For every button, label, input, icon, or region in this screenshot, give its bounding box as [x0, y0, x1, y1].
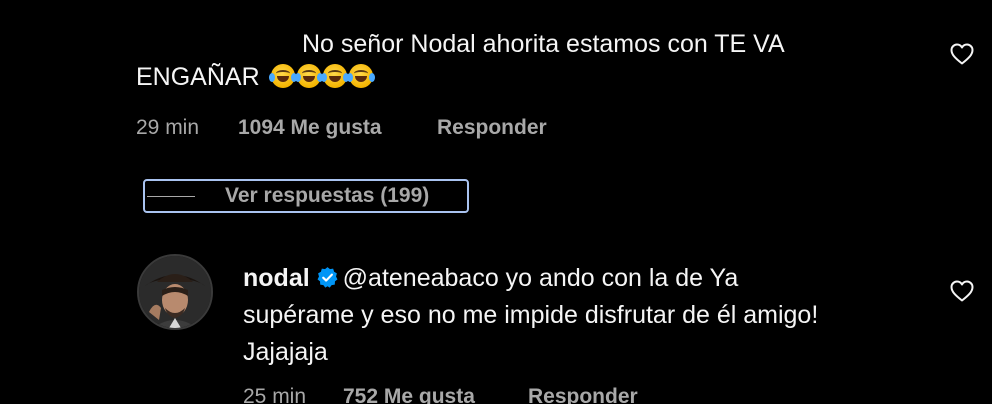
username-link[interactable]: nodal	[243, 264, 310, 292]
view-replies-label: Ver respuestas (199)	[225, 184, 430, 207]
comment-timestamp: 25 min	[243, 385, 307, 404]
laughing-tears-emoji-icon	[346, 64, 375, 88]
like-count[interactable]: 1094 Me gusta	[238, 115, 382, 141]
view-replies-button[interactable]: Ver respuestas (199)	[143, 179, 469, 213]
comment-text: yo ando con la de Ya	[498, 264, 739, 292]
comment-text-line: No señor Nodal ahorita estamos con TE VA	[302, 30, 785, 58]
heart-outline-icon[interactable]	[950, 43, 974, 65]
verified-badge-icon	[317, 267, 338, 288]
laughing-tears-emoji-icon	[320, 64, 349, 88]
emoji-row	[268, 64, 375, 88]
comment-text: ENGAÑAR	[136, 63, 260, 91]
avatar-image	[139, 256, 211, 328]
mention-link[interactable]: @ateneabaco	[343, 264, 499, 292]
avatar[interactable]	[137, 254, 213, 330]
like-count[interactable]: 752 Me gusta	[343, 384, 475, 404]
comment-body: nodal @ateneabaco yo ando con la de Ya s…	[243, 260, 943, 371]
comment-timestamp: 29 min	[136, 116, 200, 139]
reply-button[interactable]: Responder	[528, 384, 638, 404]
laughing-tears-emoji-icon	[294, 64, 323, 88]
divider-line	[147, 195, 195, 197]
reply-button[interactable]: Responder	[437, 115, 547, 141]
comment-text-line: ENGAÑAR	[136, 60, 375, 94]
comment-text: supérame y eso no me impide disfrutar de…	[243, 301, 819, 329]
comment-text: Jajajaja	[243, 338, 328, 366]
comments-panel: No señor Nodal ahorita estamos con TE VA…	[0, 0, 992, 404]
heart-outline-icon[interactable]	[950, 280, 974, 302]
laughing-tears-emoji-icon	[268, 64, 297, 88]
